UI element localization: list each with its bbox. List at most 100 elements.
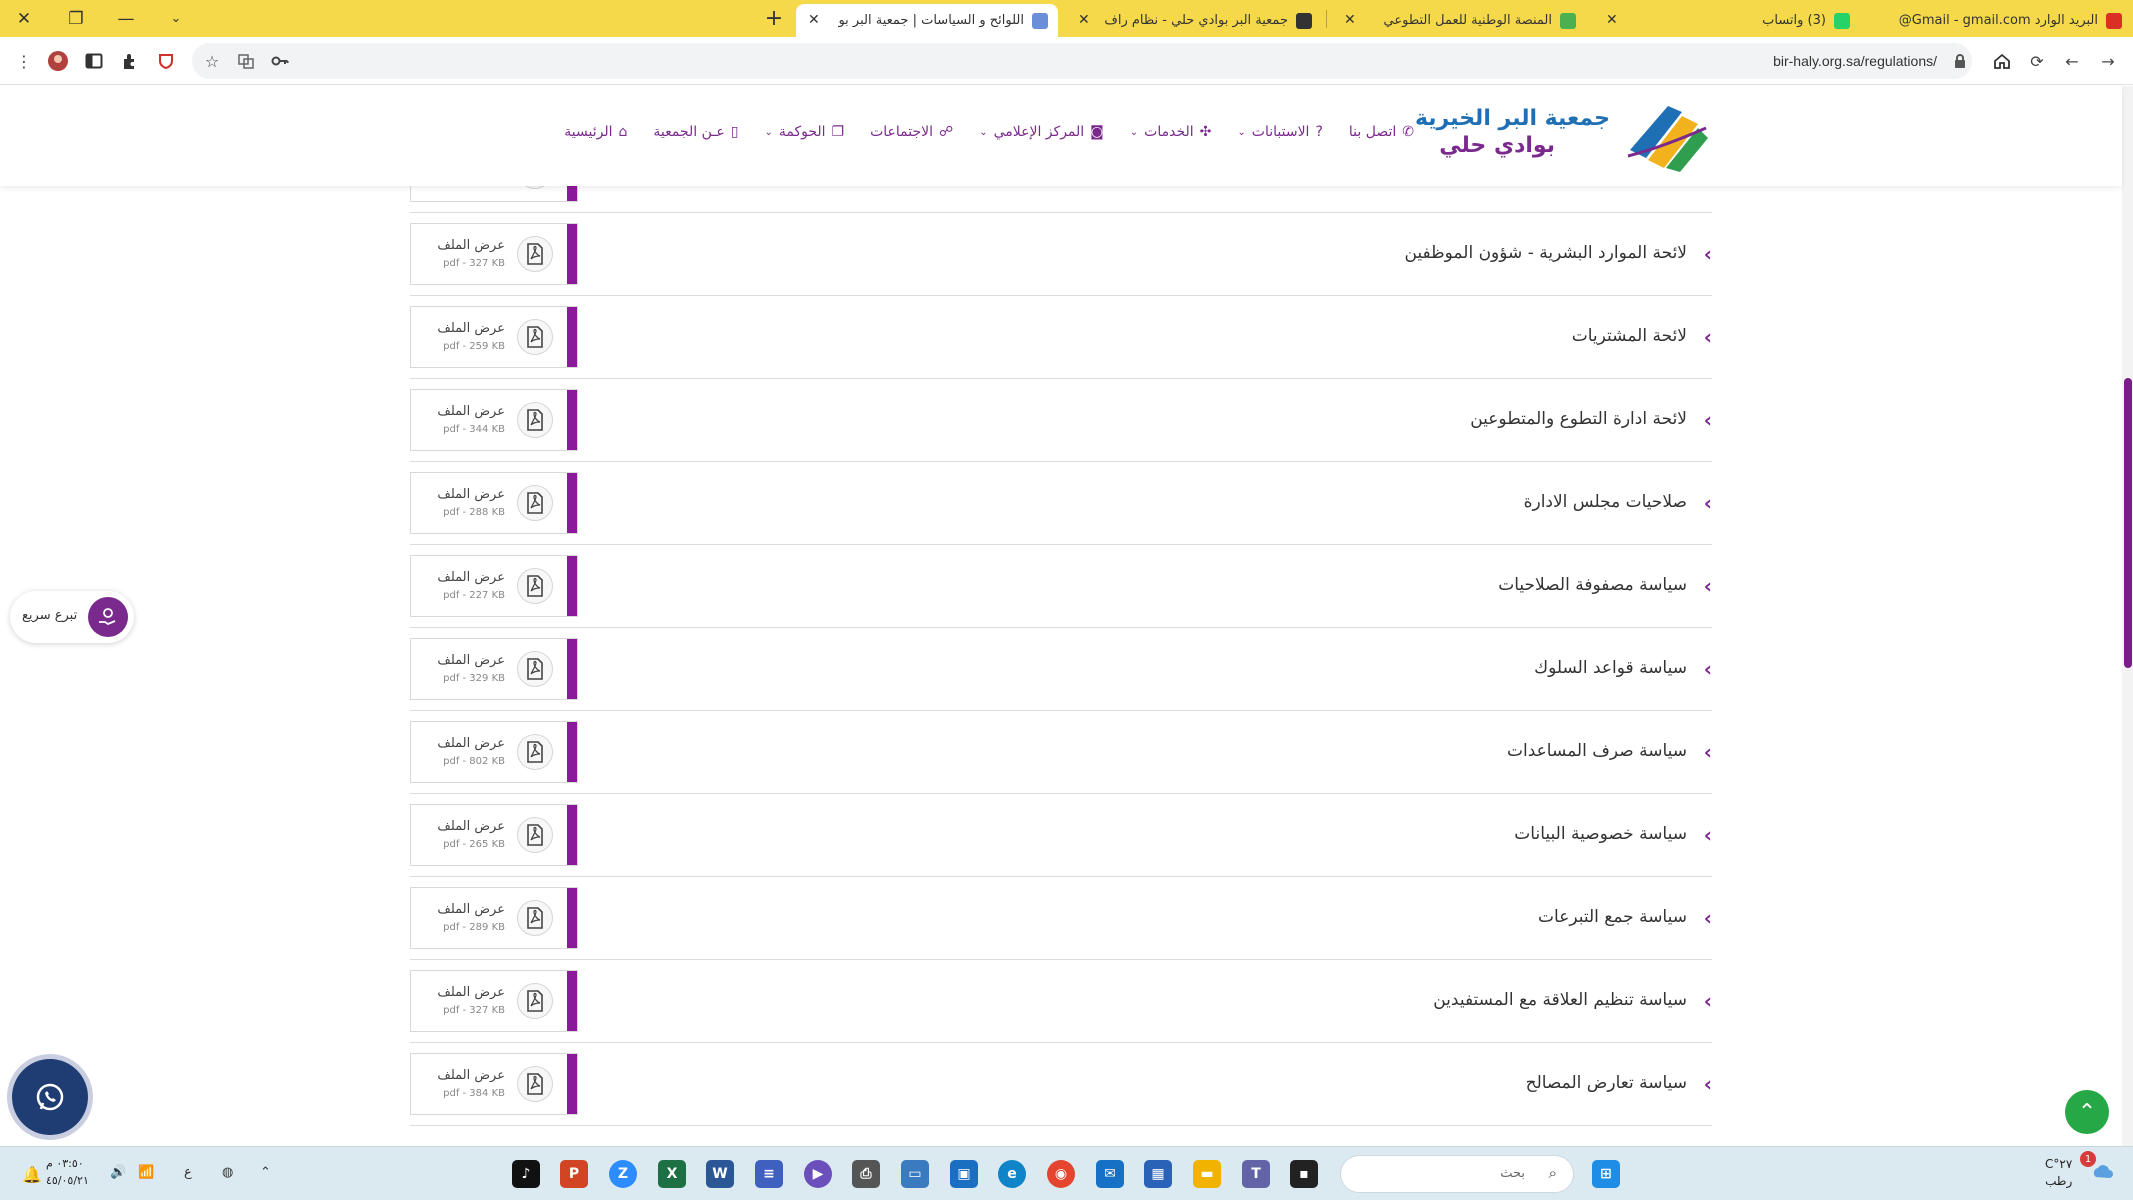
store-icon[interactable]: ▦ (1144, 1160, 1172, 1188)
notepad-icon[interactable]: ≡ (755, 1160, 783, 1188)
close-tab-icon[interactable]: ✕ (1344, 12, 1356, 28)
scroll-to-top-button[interactable]: ⌃ (2065, 1090, 2109, 1134)
notification-bell-icon[interactable]: 🔔 (22, 1165, 42, 1184)
media-player-icon[interactable]: ▶ (804, 1160, 832, 1188)
view-file-button[interactable]: عرض الملف pdf - 329 KB (410, 638, 578, 700)
edge-icon[interactable]: e (998, 1160, 1026, 1188)
extension-shield-icon[interactable] (154, 49, 178, 73)
regulation-title[interactable]: سياسة جمع التبرعات (1538, 907, 1687, 927)
nav-surveys[interactable]: ? الاستبانات ⌄ (1237, 124, 1323, 140)
extensions-icon[interactable] (118, 49, 142, 73)
regulation-title[interactable]: سياسة تنظيم العلاقة مع المستفيدين (1433, 990, 1687, 1010)
view-file-button[interactable]: عرض الملف pdf - 265 KB (410, 804, 578, 866)
tab-regulations[interactable]: اللوائح و السياسات | جمعية البر بو ✕ (796, 4, 1058, 37)
view-file-button[interactable]: عرض الملف pdf - 259 KB (410, 306, 578, 368)
site-logo-icon[interactable] (1620, 98, 1710, 174)
scanner-icon[interactable]: ▭ (901, 1160, 929, 1188)
printer-icon[interactable]: ⎙ (852, 1160, 880, 1188)
zoom-icon[interactable]: Z (609, 1160, 637, 1188)
regulation-title[interactable]: سياسة خصوصية البيانات (1514, 824, 1687, 844)
nav-services[interactable]: ✣ الخدمات ⌄ (1130, 124, 1212, 140)
regulation-row[interactable]: ‹ لائحة ادارة التطوع والمتطوعين عرض الملف p… (410, 379, 1712, 462)
mail-icon[interactable]: ✉ (1096, 1160, 1124, 1188)
regulation-title[interactable]: لائحة ادارة التطوع والمتطوعين (1470, 409, 1687, 429)
translate-icon[interactable] (234, 49, 258, 73)
regulation-title[interactable]: صلاحيات مجلس الادارة (1524, 492, 1687, 512)
regulation-title[interactable]: لائحة المشتريات (1572, 326, 1687, 346)
reload-icon[interactable]: ⟳ (2025, 49, 2049, 73)
taskbar-search-box[interactable]: بحث ⌕ (1340, 1155, 1574, 1193)
tab-gmail[interactable]: البريد الوارد Gmail - gmail.com@ (1866, 4, 2132, 37)
minimize-window-button[interactable]: — (102, 0, 150, 37)
powerpoint-icon[interactable]: P (560, 1160, 588, 1188)
regulation-row[interactable]: ‹ سياسة صرف المساعدات عرض الملف pdf - 802 K… (410, 711, 1712, 794)
nav-media-center[interactable]: ◙ المركز الإعلامي ⌄ (979, 124, 1104, 140)
whatsapp-chat-button[interactable] (12, 1059, 88, 1135)
new-tab-button[interactable]: + (760, 4, 788, 32)
file-explorer-icon[interactable]: ▬ (1193, 1160, 1221, 1188)
view-file-button[interactable]: عرض الملف pdf - 288 KB (410, 472, 578, 534)
back-arrow-icon[interactable]: ← (2060, 49, 2084, 73)
excel-icon[interactable]: X (658, 1160, 686, 1188)
terminal-icon[interactable]: ▪ (1290, 1160, 1318, 1188)
profile-avatar[interactable] (46, 49, 70, 73)
home-icon[interactable] (1990, 49, 2014, 73)
volume-icon[interactable]: 🔊 (110, 1165, 126, 1180)
tiktok-icon[interactable]: ♪ (512, 1160, 540, 1188)
quick-donate-button[interactable]: تبرع سريع (10, 591, 134, 643)
tab-rafed[interactable]: جمعية البر بوادي حلي - نظام راف ✕ (1066, 4, 1322, 37)
nav-contact[interactable]: ✆ اتصل بنا (1349, 124, 1414, 140)
forward-arrow-icon[interactable]: → (2096, 49, 2120, 73)
nav-meetings[interactable]: ☍ الاجتماعات (870, 124, 953, 140)
close-tab-icon[interactable]: ✕ (1078, 12, 1090, 28)
nav-about[interactable]: ▯ عـن الجمعية (653, 124, 738, 140)
teams-icon[interactable]: T (1242, 1160, 1270, 1188)
regulation-row[interactable]: ‹ سياسة تنظيم العلاقة مع المستفيدين عرض ال… (410, 960, 1712, 1043)
word-icon[interactable]: W (706, 1160, 734, 1188)
bookmark-star-icon[interactable]: ☆ (200, 49, 224, 73)
view-file-button[interactable]: عرض الملف pdf - 289 KB (410, 887, 578, 949)
address-bar[interactable]: ☆ (192, 43, 1972, 79)
tab-whatsapp[interactable]: (3) واتساب ✕ (1594, 4, 1860, 37)
close-window-button[interactable]: ✕ (0, 0, 48, 37)
regulation-title[interactable]: سياسة قواعد السلوك (1534, 658, 1687, 678)
input-language[interactable]: ع (184, 1165, 192, 1180)
regulation-row[interactable]: ‹ لائحة المشتريات عرض الملف pdf - 259 KB (410, 296, 1712, 379)
nav-home[interactable]: ⌂ الرئيسية (564, 124, 627, 140)
key-icon[interactable] (268, 49, 292, 73)
sidepanel-icon[interactable] (82, 49, 106, 73)
regulation-row[interactable]: ‹ سياسة خصوصية البيانات عرض الملف pdf - 265… (410, 794, 1712, 877)
nav-governance[interactable]: ❐ الحوكمة ⌄ (764, 124, 844, 140)
wifi-icon[interactable]: 📶 (138, 1165, 154, 1180)
regulation-row[interactable]: ‹ سياسة تعارض المصالح عرض الملف pdf - 384 K… (410, 1043, 1712, 1126)
close-tab-icon[interactable]: ✕ (808, 12, 820, 28)
regulation-row[interactable]: ‹ صلاحيات مجلس الادارة عرض الملف pdf - 288 … (410, 462, 1712, 545)
lock-icon[interactable] (1948, 49, 1972, 73)
regulation-row[interactable]: ‹ سياسة مصفوفة الصلاحيات عرض الملف pdf - 22… (410, 545, 1712, 628)
restore-window-button[interactable]: ❐ (52, 0, 100, 37)
tab-search-chevron-icon[interactable]: ⌄ (152, 0, 200, 37)
close-tab-icon[interactable]: ✕ (1606, 12, 1618, 28)
regulation-title[interactable]: سياسة صرف المساعدات (1507, 741, 1687, 761)
regulation-title[interactable]: سياسة مصفوفة الصلاحيات (1498, 575, 1687, 595)
page-scrollbar-thumb[interactable] (2124, 378, 2132, 668)
view-file-button[interactable]: عرض الملف pdf - 327 KB (410, 223, 578, 285)
tab-volunteer-platform[interactable]: المنصة الوطنية للعمل التطوعي ✕ (1332, 4, 1586, 37)
remote-desktop-icon[interactable]: ▣ (950, 1160, 978, 1188)
menu-icon[interactable]: ⋮ (12, 49, 36, 73)
chrome-icon[interactable]: ◉ (1047, 1160, 1075, 1188)
view-file-button[interactable]: عرض الملف pdf - 344 KB (410, 389, 578, 451)
tray-chevron-up-icon[interactable]: ⌃ (260, 1165, 271, 1180)
view-file-button[interactable]: عرض الملف pdf - 802 KB (410, 721, 578, 783)
url-text[interactable]: bir-haly.org.sa/regulations/ (1773, 53, 1937, 69)
clock[interactable]: ٠٣:٥٠ م ٤٥/٠٥/٢١ (46, 1155, 89, 1189)
regulation-title[interactable]: سياسة تعارض المصالح (1526, 1073, 1687, 1093)
regulation-row[interactable]: ‹ لائحة الموارد البشرية - شؤون الموظفين عر… (410, 213, 1712, 296)
weather-widget[interactable]: ٢٧°C رطب (2045, 1156, 2072, 1190)
view-file-button[interactable]: عرض الملف pdf - 384 KB (410, 1053, 578, 1115)
regulation-title[interactable]: لائحة الموارد البشرية - شؤون الموظفين (1404, 243, 1687, 263)
windows-start-icon[interactable]: ⊞ (1592, 1160, 1620, 1188)
view-file-button[interactable]: عرض الملف pdf - 227 KB (410, 555, 578, 617)
network-globe-icon[interactable]: ◍ (222, 1165, 233, 1180)
site-logo-text[interactable]: جمعية البر الخيرية بوادي حلي (1415, 106, 1610, 158)
